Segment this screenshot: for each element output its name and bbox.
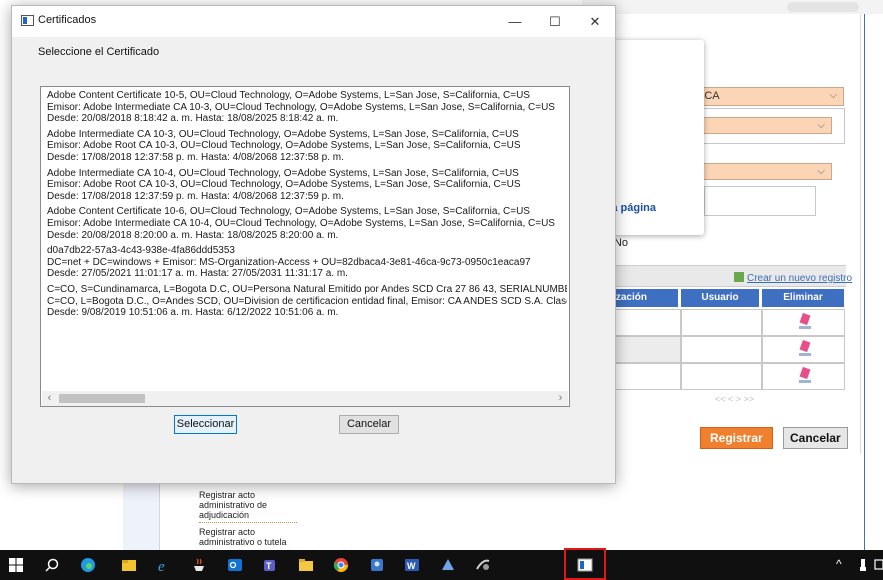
certificate-validity: Desde: 9/08/2019 10:51:06 a. m. Hasta: 6… bbox=[47, 307, 339, 319]
menu-item-adjudicacion[interactable]: Registrar acto administrativo de adjudic… bbox=[199, 490, 289, 520]
taskbar: e T W ^ bbox=[0, 550, 883, 580]
radio-no-label: No bbox=[613, 237, 628, 249]
table-header-cell: Usuario bbox=[681, 289, 759, 307]
certificate-issuer: Emisor: Adobe Root CA 10-3, OU=Cloud Tec… bbox=[47, 140, 521, 152]
address-pill bbox=[787, 2, 859, 12]
background-textarea-2[interactable] bbox=[704, 186, 816, 216]
eraser-icon[interactable] bbox=[798, 367, 812, 385]
highlight-box bbox=[564, 548, 606, 580]
svg-text:W: W bbox=[407, 561, 416, 571]
svg-text:T: T bbox=[266, 561, 272, 571]
minimize-button[interactable]: — bbox=[495, 6, 535, 37]
certificate-issuer: DC=net + DC=windows + Emisor: MS-Organiz… bbox=[47, 256, 531, 268]
certificate-validity: Desde: 27/05/2021 11:01:17 a. m. Hasta: … bbox=[47, 268, 348, 280]
certificate-item[interactable]: Adobe Content Certificate 10-6, OU=Cloud… bbox=[47, 206, 567, 241]
certificate-subject: Adobe Intermediate CA 10-3, OU=Cloud Tec… bbox=[47, 128, 519, 140]
menu-item-tutela[interactable]: Registrar acto administrativo o tutela bbox=[199, 527, 289, 547]
dialog-title: Certificados bbox=[38, 14, 97, 26]
java-tool-icon[interactable] bbox=[475, 557, 491, 573]
maximize-button[interactable]: ☐ bbox=[535, 6, 575, 37]
horizontal-scrollbar[interactable]: ‹ › bbox=[42, 391, 568, 406]
certificate-validity: Desde: 17/08/2018 12:37:59 p. m. Hasta: … bbox=[47, 190, 344, 202]
edge-icon[interactable] bbox=[80, 557, 96, 573]
java-icon[interactable] bbox=[191, 557, 207, 573]
panel-border bbox=[864, 14, 865, 554]
scroll-thumb[interactable] bbox=[59, 394, 145, 403]
cancel-button[interactable]: Cancelar bbox=[339, 415, 399, 434]
certificate-item[interactable]: Adobe Intermediate CA 10-3, OU=Cloud Tec… bbox=[47, 129, 567, 164]
certificate-issuer: Emisor: Adobe Intermediate CA 10-3, OU=C… bbox=[47, 101, 555, 113]
table-cell bbox=[681, 309, 762, 336]
certificate-validity: Desde: 20/08/2018 8:20:00 a. m. Hasta: 1… bbox=[47, 229, 339, 241]
search-icon[interactable] bbox=[44, 557, 60, 573]
certificate-list[interactable]: Adobe Content Certificate 10-5, OU=Cloud… bbox=[40, 86, 570, 407]
browser-top-bar bbox=[582, 0, 883, 14]
chrome-icon[interactable] bbox=[333, 557, 349, 573]
certificate-subject: Adobe Intermediate CA 10-4, OU=Cloud Tec… bbox=[47, 167, 519, 179]
background-select-3[interactable]: ⌵ bbox=[690, 163, 832, 180]
table-cell bbox=[681, 336, 762, 363]
eraser-icon[interactable] bbox=[798, 340, 812, 358]
word-icon[interactable]: W bbox=[404, 557, 420, 573]
internet-explorer-icon[interactable]: e bbox=[156, 557, 172, 573]
new-record-link[interactable]: Crear un nuevo registro bbox=[734, 272, 852, 284]
windows-start-icon[interactable] bbox=[8, 557, 24, 573]
scroll-left-icon[interactable]: ‹ bbox=[42, 391, 57, 406]
select-button[interactable]: Seleccionar bbox=[174, 415, 237, 434]
certificate-subject: Adobe Content Certificate 10-6, OU=Cloud… bbox=[47, 206, 530, 218]
certificate-item[interactable]: C=CO, S=Cundinamarca, L=Bogota D.C, OU=P… bbox=[47, 284, 567, 319]
background-select-2[interactable]: ⌵ bbox=[690, 117, 832, 134]
new-record-icon bbox=[734, 272, 744, 282]
app-icon[interactable] bbox=[440, 557, 456, 573]
file-explorer-icon[interactable] bbox=[121, 557, 137, 573]
certificate-issuer: Emisor: Adobe Intermediate CA 10-4, OU=C… bbox=[47, 217, 555, 229]
certificate-subject: d0a7db22-57a3-4c43-938e-4fa86ddd5353 bbox=[47, 245, 235, 257]
people-icon[interactable] bbox=[369, 557, 385, 573]
register-button[interactable]: Registrar bbox=[700, 427, 773, 449]
svg-text:e: e bbox=[158, 559, 165, 573]
certificate-list-content: Adobe Content Certificate 10-5, OU=Cloud… bbox=[47, 90, 567, 323]
table-cell bbox=[681, 363, 762, 390]
chevron-down-icon: ⌵ bbox=[817, 120, 825, 131]
certificate-validity: Desde: 20/08/2018 8:18:42 a. m. Hasta: 1… bbox=[47, 113, 339, 125]
background-select-1[interactable]: ACA ⌵ bbox=[690, 87, 844, 106]
table-pager[interactable]: << < > >> bbox=[715, 394, 754, 404]
dialog-prompt: Seleccione el Certificado bbox=[38, 46, 160, 58]
close-button[interactable]: ✕ bbox=[575, 6, 615, 37]
window-app-icon bbox=[21, 15, 34, 26]
certificate-subject: C=CO, S=Cundinamarca, L=Bogota D.C, OU=P… bbox=[47, 283, 567, 295]
teams-icon[interactable]: T bbox=[262, 557, 278, 573]
scroll-right-icon[interactable]: › bbox=[553, 391, 568, 406]
certificate-item[interactable]: Adobe Content Certificate 10-5, OU=Cloud… bbox=[47, 90, 567, 125]
certificate-issuer: Emisor: Adobe Root CA 10-3, OU=Cloud Tec… bbox=[47, 179, 521, 191]
dialog-titlebar[interactable]: Certificados — ☐ ✕ bbox=[12, 6, 615, 37]
menu-separator bbox=[199, 522, 297, 523]
network-icon[interactable] bbox=[874, 557, 883, 573]
certificate-item[interactable]: Adobe Intermediate CA 10-4, OU=Cloud Tec… bbox=[47, 168, 567, 203]
outlook-icon[interactable] bbox=[227, 557, 243, 573]
new-record-label: Crear un nuevo registro bbox=[747, 273, 853, 284]
certificate-issuer: C=CO, L=Bogota D.C., O=Andes SCD, OU=Div… bbox=[47, 295, 567, 307]
certificate-subject: Adobe Content Certificate 10-5, OU=Cloud… bbox=[47, 90, 530, 101]
left-strip bbox=[123, 484, 160, 550]
chevron-down-icon: ⌵ bbox=[817, 166, 825, 177]
certificate-validity: Desde: 17/08/2018 12:37:58 p. m. Hasta: … bbox=[47, 151, 344, 163]
usb-icon[interactable] bbox=[855, 557, 871, 573]
certificates-dialog: Certificados — ☐ ✕ Seleccione el Certifi… bbox=[11, 5, 616, 484]
eraser-icon[interactable] bbox=[798, 313, 812, 331]
chevron-down-icon: ⌵ bbox=[829, 90, 837, 101]
table-header-cell: Eliminar bbox=[762, 289, 844, 307]
folder-icon[interactable] bbox=[298, 557, 314, 573]
background-cancel-button[interactable]: Cancelar bbox=[783, 427, 848, 449]
tray-chevron-icon[interactable]: ^ bbox=[836, 557, 842, 571]
certificate-item[interactable]: d0a7db22-57a3-4c43-938e-4fa86ddd5353 DC=… bbox=[47, 245, 567, 280]
